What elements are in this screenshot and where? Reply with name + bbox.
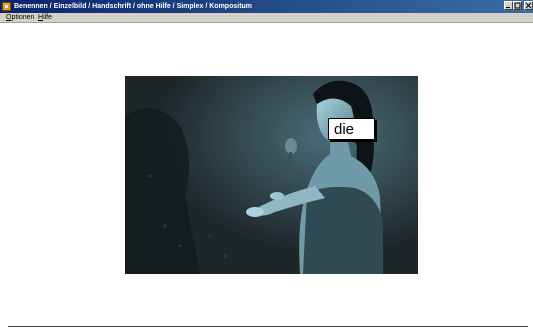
minimize-icon — [506, 7, 510, 8]
window-title: Benennen / Einzelbild / Handschrift / oh… — [14, 3, 253, 10]
close-icon — [525, 2, 532, 9]
word-label: die — [328, 118, 375, 140]
maximize-button[interactable] — [513, 1, 522, 10]
singer-photo — [125, 76, 418, 274]
menu-optionen-label: ptionen — [11, 14, 35, 21]
bottom-divider — [8, 326, 528, 327]
menu-hilfe[interactable]: Hilfe — [38, 13, 52, 23]
title-bar: Benennen / Einzelbild / Handschrift / oh… — [0, 0, 533, 13]
minimize-button[interactable] — [504, 1, 513, 10]
maximize-icon — [514, 2, 521, 9]
app-icon — [2, 2, 11, 11]
close-button[interactable] — [524, 1, 533, 10]
menu-hilfe-label: ilfe — [43, 14, 53, 21]
menu-optionen[interactable]: Optionen — [6, 13, 34, 23]
menu-bar: Optionen Hilfe — [0, 13, 533, 23]
singer-photo-drawing — [125, 76, 418, 274]
